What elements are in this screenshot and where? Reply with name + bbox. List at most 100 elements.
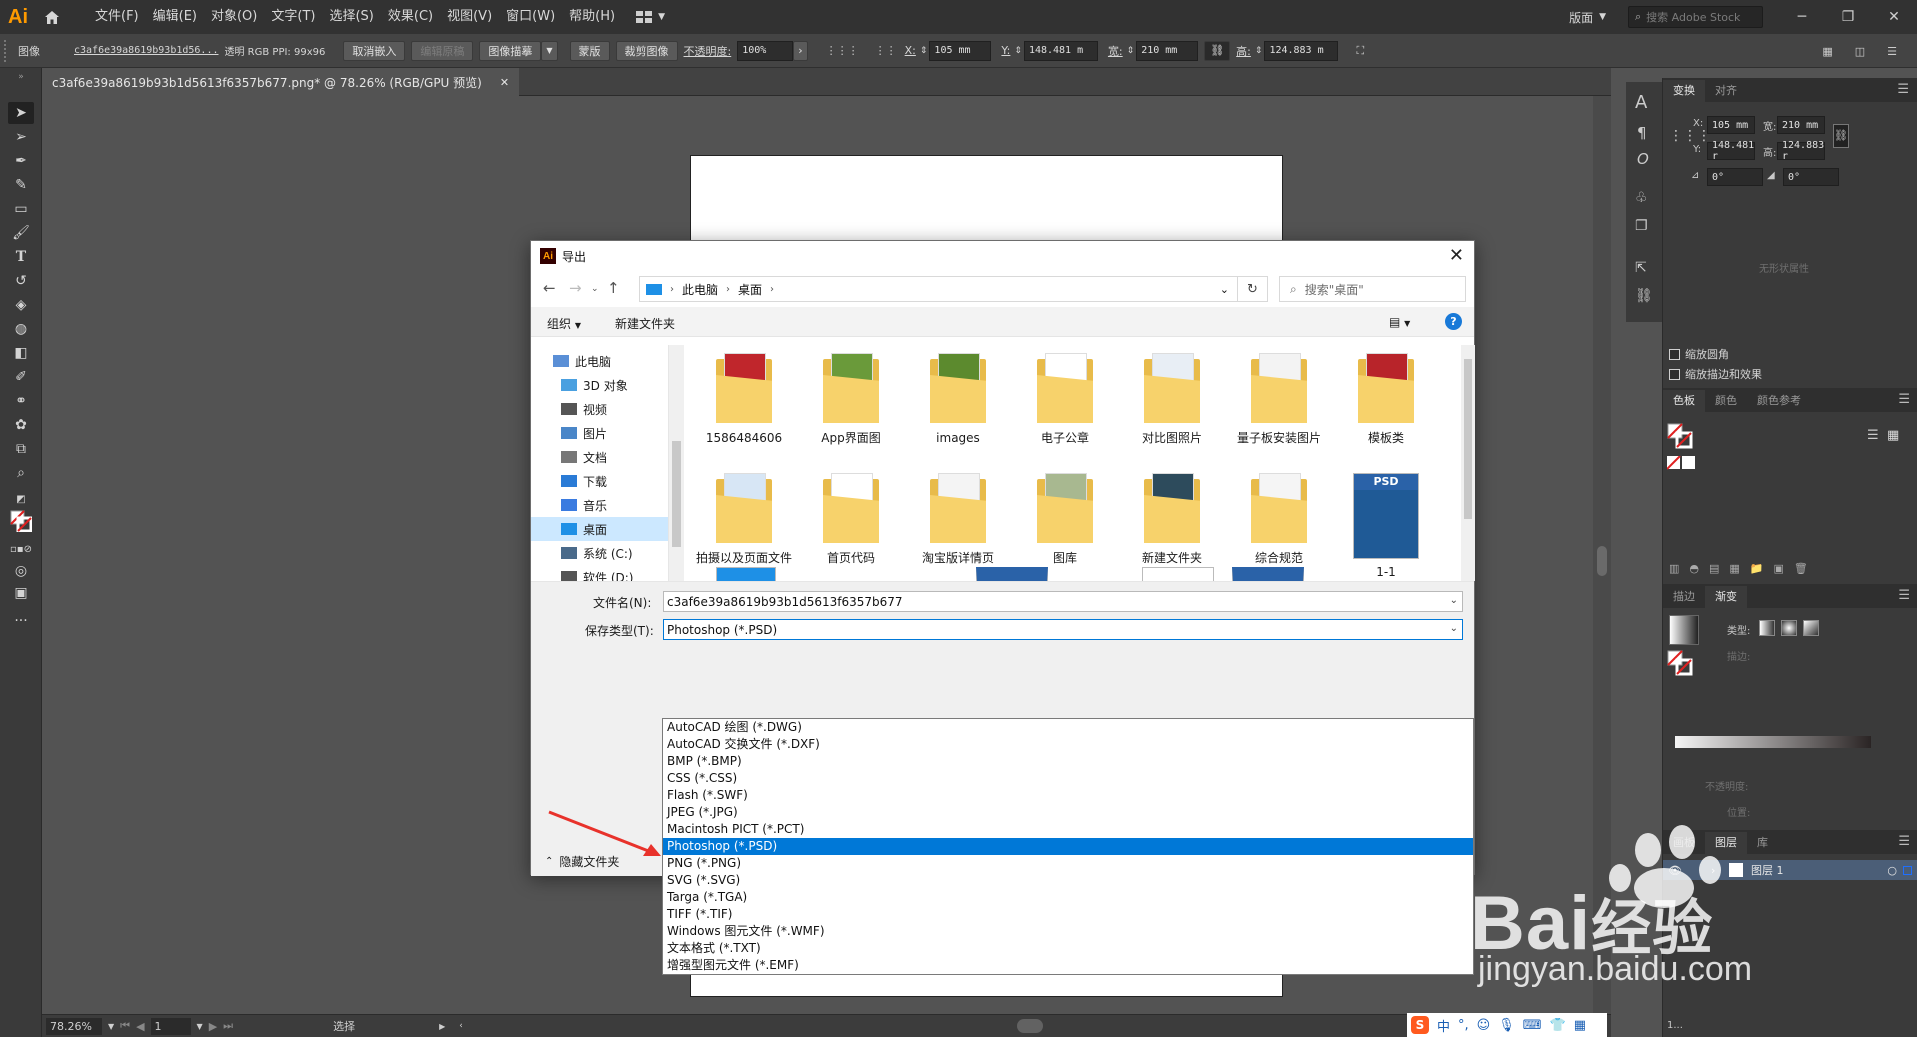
artboard-number[interactable]: 1 (150, 1017, 191, 1035)
mask-button[interactable]: 蒙版 (569, 40, 610, 61)
skin-icon[interactable]: 👕 (1550, 1018, 1566, 1033)
file-item-partial[interactable] (976, 567, 1048, 581)
paintbrush-tool-icon[interactable]: 🖌 (8, 222, 34, 244)
folder-item[interactable]: 图库 (1017, 473, 1113, 566)
character-icon[interactable]: A (1635, 92, 1647, 113)
fill-stroke-icon[interactable] (1667, 423, 1693, 452)
stepper-icon[interactable]: ⇕ (1127, 46, 1135, 56)
arrange-icon[interactable]: ▦ (1822, 45, 1832, 58)
swatch-footer-icons[interactable]: ▥◓▤▦📁▣🗑 (1669, 562, 1818, 575)
collapse-icon[interactable]: » (8, 72, 34, 82)
home-icon[interactable] (36, 0, 68, 34)
folder-item[interactable]: 量子板安装图片 (1231, 353, 1327, 446)
save-type-option[interactable]: PNG (*.PNG) (663, 855, 1473, 872)
brushes-icon[interactable]: ❐ (1635, 218, 1648, 234)
chevron-down-icon[interactable]: ▼ (197, 1022, 203, 1031)
search-input[interactable]: ⌕ 搜索"桌面" (1279, 276, 1466, 302)
save-type-option[interactable]: SVG (*.SVG) (663, 872, 1473, 889)
save-type-option[interactable]: TIFF (*.TIF) (663, 906, 1473, 923)
panel-menu-icon[interactable]: ☰ (1897, 82, 1909, 97)
zoom-tool-icon[interactable]: ⌕ (8, 462, 34, 484)
color-mode-icons[interactable]: ▫▪⊘ (8, 538, 34, 560)
gradient-preview[interactable] (1669, 615, 1699, 645)
pen-tool-icon[interactable]: ✒ (8, 150, 34, 172)
panel-menu-icon[interactable]: ☰ (1898, 392, 1910, 407)
save-type-option[interactable]: Macintosh PICT (*.PCT) (663, 821, 1473, 838)
menu-item-5[interactable]: 效果(C) (381, 0, 440, 34)
save-type-option[interactable]: CSS (*.CSS) (663, 770, 1473, 787)
refresh-button[interactable]: ↻ (1238, 276, 1268, 302)
filename-input[interactable]: c3af6e39a8619b93b1d5613f6357b677 ⌄ (663, 591, 1463, 612)
trace-preset-dropdown[interactable]: ▼ (541, 40, 558, 61)
tab-color-guide[interactable]: 颜色参考 (1747, 390, 1811, 412)
nav-item[interactable]: 系统 (C:) (531, 541, 668, 565)
fill-stroke-icon[interactable] (1667, 650, 1693, 679)
more-tools-icon[interactable]: ··· (8, 610, 34, 632)
nav-item[interactable]: 视频 (531, 397, 668, 421)
scroll-thumb[interactable] (1464, 359, 1472, 519)
save-type-select[interactable]: Photoshop (*.PSD) ⌄ (663, 619, 1463, 640)
save-type-option[interactable]: JPEG (*.JPG) (663, 804, 1473, 821)
stepper-icon[interactable]: ⇕ (1014, 46, 1022, 56)
menu-item-8[interactable]: 帮助(H) (562, 0, 622, 34)
zoom-field[interactable]: 78.26% (46, 1017, 102, 1035)
link-proportions-icon[interactable]: ⛓ (1204, 40, 1231, 61)
help-button[interactable]: ? (1445, 313, 1462, 330)
nav-item[interactable]: 软件 (D:) (531, 565, 668, 581)
rotate-tool-icon[interactable]: ↺ (8, 270, 34, 292)
psd-file-item[interactable]: PSD 1-1 (1338, 473, 1434, 580)
tab-swatches[interactable]: 色板 (1663, 390, 1705, 412)
next-artboard-icon[interactable]: ▶ (209, 1020, 217, 1033)
selection-square[interactable] (1903, 865, 1912, 875)
save-type-option[interactable]: AutoCAD 绘图 (*.DWG) (663, 719, 1473, 736)
height-input[interactable]: 124.883 r (1777, 140, 1825, 162)
stepper-icon[interactable]: ⇕ (1255, 46, 1263, 56)
menu-item-0[interactable]: 文件(F) (88, 0, 146, 34)
microphone-icon[interactable]: 🎙 (1498, 1018, 1515, 1033)
align-icon[interactable]: ◫ (1855, 45, 1865, 58)
reference-point-icon[interactable]: ⋮⋮⋮ (1669, 128, 1711, 144)
h-scroll-thumb[interactable] (1017, 1019, 1043, 1033)
draw-mode-icon[interactable]: ◎ (8, 560, 34, 582)
eraser-tool-icon[interactable]: ◈ (8, 294, 34, 316)
file-item-partial[interactable] (1142, 567, 1214, 581)
scale-strokes-checkbox[interactable]: 缩放描边和效果 (1669, 366, 1762, 382)
image-trace-button[interactable]: 图像描摹 (479, 40, 542, 61)
save-type-option[interactable]: AutoCAD 交换文件 (*.DXF) (663, 736, 1473, 753)
warp-tool-icon[interactable]: ◍ (8, 318, 34, 340)
hide-folders-toggle[interactable]: ⌃ 隐藏文件夹 (545, 853, 619, 870)
type-tool-icon[interactable]: T (8, 246, 34, 268)
panel-grip[interactable] (4, 39, 12, 62)
crop-image-button[interactable]: 裁剪图像 (615, 40, 678, 61)
recent-locations-icon[interactable]: ⌄ (591, 284, 599, 294)
breadcrumb-this-pc[interactable]: 此电脑 (682, 281, 718, 298)
x-input[interactable]: 105 mm (1707, 116, 1755, 134)
save-type-option[interactable]: BMP (*.BMP) (663, 753, 1473, 770)
symbol-sprayer-icon[interactable]: ✿ (8, 414, 34, 436)
back-arrow-icon[interactable]: ← (543, 279, 556, 297)
stepper-icon[interactable]: ⇕ (920, 46, 928, 56)
opentype-icon[interactable]: O (1637, 150, 1649, 168)
fill-stroke-icon[interactable] (8, 510, 34, 532)
save-type-option[interactable]: 增强型图元文件 (*.EMF) (663, 957, 1473, 974)
scale-corners-checkbox[interactable]: 缩放圆角 (1669, 346, 1729, 362)
freeform-gradient-button[interactable] (1803, 620, 1819, 636)
nav-item[interactable]: 图片 (531, 421, 668, 445)
menu-item-6[interactable]: 视图(V) (440, 0, 499, 34)
opacity-label[interactable]: 不透明度: (684, 43, 732, 59)
shear-input[interactable]: 0° (1783, 168, 1839, 186)
default-colors-icon[interactable]: ◩ (8, 488, 34, 510)
tab-gradient[interactable]: 渐变 (1705, 586, 1747, 608)
last-artboard-icon[interactable]: ⏭ (223, 1019, 233, 1033)
grid-view-icon[interactable]: ▦ (1887, 428, 1899, 443)
tab-transform[interactable]: 变换 (1663, 80, 1705, 102)
panel-menu-icon[interactable]: ☰ (1898, 834, 1910, 849)
gradient-tool-icon[interactable]: ◧ (8, 342, 34, 364)
scroll-left-icon[interactable]: ‹ (459, 1021, 463, 1031)
tab-color[interactable]: 颜色 (1705, 390, 1747, 412)
nav-item[interactable]: 文档 (531, 445, 668, 469)
chevron-down-icon[interactable]: ▼ (108, 1022, 114, 1031)
linked-filename[interactable]: c3af6e39a8619b93b1d56... (74, 45, 219, 56)
status-arrow-icon[interactable]: ▶ (439, 1022, 445, 1031)
curvature-tool-icon[interactable]: ✎ (8, 174, 34, 196)
